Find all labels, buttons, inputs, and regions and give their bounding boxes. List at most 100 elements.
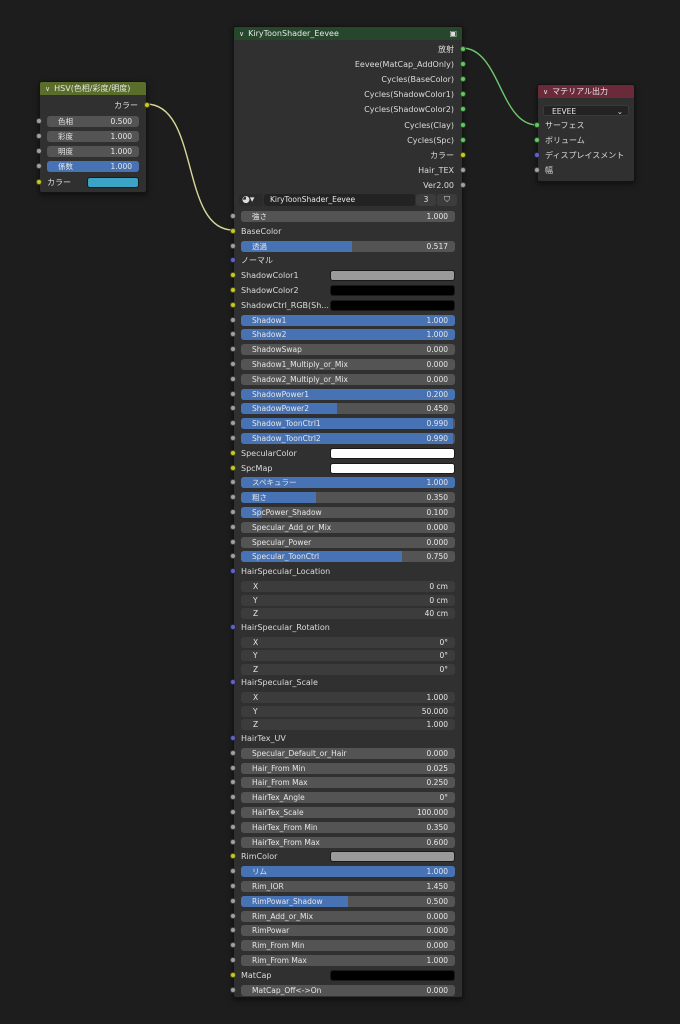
value-field[interactable]: MatCap_Off<->On 0.000 <box>241 984 455 996</box>
input-socket[interactable] <box>230 435 236 441</box>
output-socket[interactable] <box>460 76 466 83</box>
kiry-toon-shader-node[interactable]: ∨ KiryToonShader_Eevee ▣ 放射 Eevee(MatCap_… <box>230 26 466 998</box>
input-socket[interactable] <box>36 133 42 139</box>
input-socket[interactable] <box>230 794 236 801</box>
value-field[interactable]: Specular_Default_or_Hair 0.000 <box>241 747 455 759</box>
value-field[interactable]: Specular_ToonCtrl 0.750 <box>241 551 455 563</box>
output-socket[interactable] <box>460 91 466 98</box>
input-socket[interactable] <box>36 118 42 124</box>
value-field[interactable]: Specular_Add_or_Mix 0.000 <box>241 521 455 533</box>
value-field[interactable]: HairTex_Scale 100.000 <box>241 807 455 818</box>
value-field[interactable]: Rim_From Max 1.000 <box>241 955 455 966</box>
chevron-down-icon[interactable]: ∨ <box>543 88 548 96</box>
input-socket[interactable] <box>230 623 236 630</box>
vector-component-field[interactable]: X 0° <box>241 636 455 648</box>
input-socket[interactable] <box>230 912 236 919</box>
value-field[interactable]: RimPowar 0.000 <box>241 925 455 937</box>
input-socket[interactable] <box>230 853 236 860</box>
vector-component-field[interactable]: Y 0° <box>241 650 455 662</box>
material-output-header[interactable]: ∨ マテリアル出力 <box>538 85 634 98</box>
input-socket[interactable] <box>230 809 236 815</box>
input-socket[interactable] <box>230 287 236 293</box>
input-socket[interactable] <box>230 971 236 978</box>
value-field[interactable]: ShadowPower2 0.450 <box>241 403 455 415</box>
vector-component-field[interactable]: Y 50.000 <box>241 705 455 717</box>
input-socket[interactable] <box>230 897 236 904</box>
color-swatch[interactable] <box>330 447 455 459</box>
vector-component-field[interactable]: X 0 cm <box>241 581 455 592</box>
vector-component-field[interactable]: X 1.000 <box>241 692 455 704</box>
input-socket[interactable] <box>230 942 236 949</box>
input-socket[interactable] <box>230 301 236 308</box>
value-field[interactable]: ShadowPower1 0.200 <box>241 388 455 400</box>
input-socket[interactable] <box>36 148 42 154</box>
value-field[interactable]: 彩度 1.000 <box>47 131 139 142</box>
vector-component-field[interactable]: Z 0° <box>241 663 455 675</box>
render-target-dropdown[interactable]: EEVEE ⌄ <box>543 105 629 116</box>
input-socket[interactable] <box>230 509 236 515</box>
input-socket[interactable] <box>230 823 236 830</box>
value-field[interactable]: Shadow_ToonCtrl1 0.990 <box>241 418 455 430</box>
value-field[interactable]: 係数 1.000 <box>47 161 139 172</box>
value-field[interactable]: スペキュラー 1.000 <box>241 477 455 489</box>
chevron-down-icon[interactable]: ∨ <box>239 30 244 38</box>
hsv-node[interactable]: ∨ HSV(色相/彩度/明度) カラー 色相 0.500 彩度 1.000 明度 1.00… <box>36 81 150 193</box>
kiry-node-header[interactable]: ∨ KiryToonShader_Eevee ▣ <box>234 27 462 40</box>
material-output-node[interactable]: ∨ マテリアル出力 EEVEE ⌄ サーフェス ボリューム ディスプレイスメント幅 <box>534 84 635 182</box>
output-socket[interactable] <box>460 181 466 188</box>
vector-component-field[interactable]: Z 1.000 <box>241 719 455 731</box>
input-socket[interactable] <box>230 242 236 249</box>
input-socket[interactable] <box>230 257 236 264</box>
input-socket[interactable] <box>230 479 236 486</box>
input-socket[interactable] <box>230 213 236 219</box>
input-socket[interactable] <box>230 494 236 501</box>
input-socket[interactable] <box>230 272 236 279</box>
value-field[interactable]: HairTex_From Max 0.600 <box>241 836 455 848</box>
input-socket[interactable] <box>230 361 236 367</box>
color-swatch[interactable] <box>330 299 455 311</box>
value-field[interactable]: Hair_From Max 0.250 <box>241 777 455 789</box>
node-tree-icon[interactable]: ◕▾ <box>239 194 263 206</box>
input-socket[interactable] <box>230 331 236 338</box>
value-field[interactable]: HairTex_Angle 0° <box>241 792 455 804</box>
input-socket[interactable] <box>230 553 236 560</box>
input-socket[interactable] <box>36 179 42 185</box>
input-socket[interactable] <box>230 764 236 771</box>
value-field[interactable]: RimPowar_Shadow 0.500 <box>241 895 455 907</box>
input-socket[interactable] <box>230 868 236 875</box>
value-field[interactable]: Rim_From Min 0.000 <box>241 940 455 952</box>
node-group-icon[interactable]: ▣ <box>449 29 457 38</box>
input-socket[interactable] <box>230 464 236 471</box>
color-swatch[interactable] <box>330 270 455 282</box>
input-socket[interactable] <box>230 927 236 934</box>
input-socket[interactable] <box>230 316 236 323</box>
output-socket[interactable] <box>460 151 466 158</box>
value-field[interactable]: HairTex_From Min 0.350 <box>241 821 455 833</box>
input-socket[interactable] <box>230 568 236 575</box>
output-socket[interactable] <box>460 166 466 173</box>
output-socket[interactable] <box>460 61 466 68</box>
input-socket[interactable] <box>230 986 236 993</box>
input-socket[interactable] <box>230 779 236 786</box>
value-field[interactable]: 透過 0.517 <box>241 240 455 252</box>
input-socket[interactable] <box>230 735 236 741</box>
input-socket[interactable] <box>230 420 236 427</box>
value-field[interactable]: Shadow2_Multiply_or_Mix 0.000 <box>241 373 455 385</box>
color-swatch[interactable] <box>330 851 455 863</box>
input-socket[interactable] <box>230 449 236 456</box>
input-socket[interactable] <box>230 523 236 530</box>
input-socket[interactable] <box>230 375 236 382</box>
output-socket[interactable] <box>460 136 466 143</box>
input-socket[interactable] <box>534 137 540 143</box>
vector-component-field[interactable]: Z 40 cm <box>241 608 455 620</box>
input-socket[interactable] <box>230 838 236 845</box>
input-socket[interactable] <box>230 883 236 889</box>
input-socket[interactable] <box>36 163 42 169</box>
input-socket[interactable] <box>230 346 236 353</box>
color-swatch[interactable] <box>330 285 455 296</box>
color-swatch[interactable] <box>87 177 139 188</box>
color-swatch[interactable] <box>330 969 455 981</box>
value-field[interactable]: ShadowSwap 0.000 <box>241 344 455 356</box>
output-socket[interactable] <box>460 106 466 113</box>
value-field[interactable]: Hair_From Min 0.025 <box>241 762 455 774</box>
